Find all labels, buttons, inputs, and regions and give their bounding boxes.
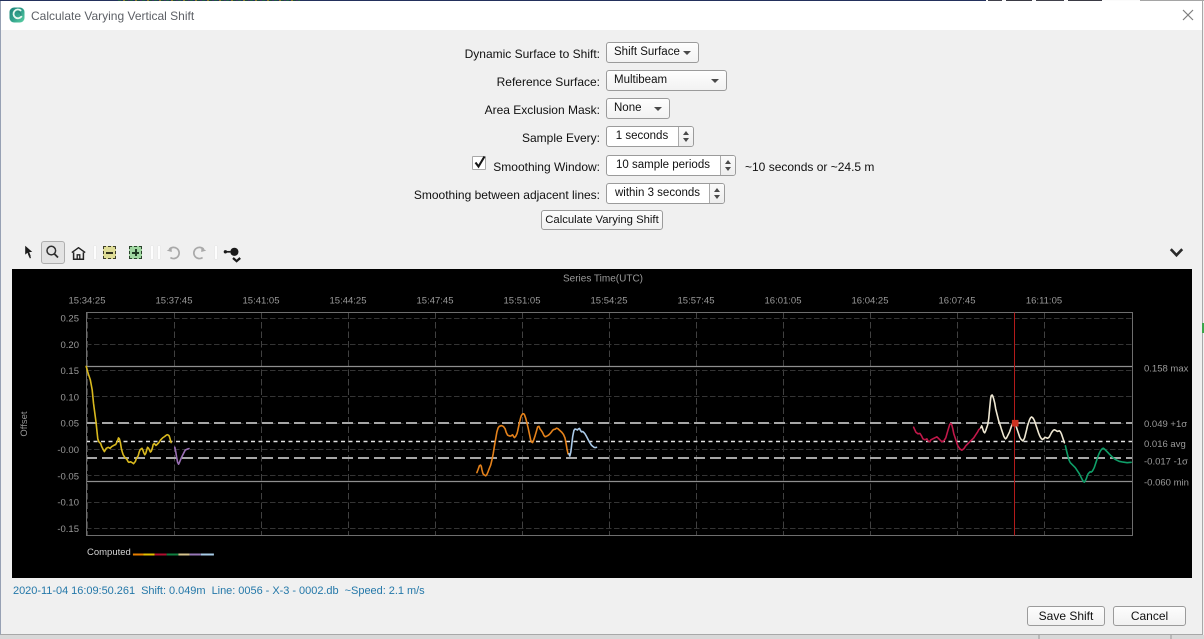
svg-text:0.049 +1σ: 0.049 +1σ	[1144, 419, 1187, 430]
svg-text:-0.10: -0.10	[57, 498, 79, 509]
svg-text:Computed: Computed	[87, 547, 131, 558]
svg-text:-0.060 min: -0.060 min	[1144, 478, 1189, 489]
svg-text:15:37:45: 15:37:45	[156, 296, 193, 307]
svg-text:-0.15: -0.15	[57, 524, 79, 535]
svg-text:15:54:25: 15:54:25	[591, 296, 628, 307]
svg-text:-0.00: -0.00	[57, 445, 79, 456]
svg-text:0.05: 0.05	[61, 419, 80, 430]
svg-text:15:44:25: 15:44:25	[330, 296, 367, 307]
svg-text:15:41:05: 15:41:05	[243, 296, 280, 307]
svg-text:16:01:05: 16:01:05	[765, 296, 802, 307]
svg-text:0.016 avg: 0.016 avg	[1144, 439, 1186, 450]
svg-text:Offset: Offset	[19, 411, 30, 437]
svg-text:-0.017 -1σ: -0.017 -1σ	[1144, 457, 1188, 468]
svg-text:15:51:05: 15:51:05	[504, 296, 541, 307]
svg-text:16:11:05: 16:11:05	[1026, 296, 1062, 307]
svg-text:Series Time(UTC): Series Time(UTC)	[563, 274, 643, 285]
svg-text:16:07:45: 16:07:45	[939, 296, 976, 307]
svg-text:15:34:25: 15:34:25	[69, 296, 106, 307]
svg-text:0.15: 0.15	[61, 366, 80, 377]
svg-text:0.158 max: 0.158 max	[1144, 364, 1189, 375]
svg-text:0.25: 0.25	[61, 314, 80, 325]
svg-text:0.10: 0.10	[61, 392, 80, 403]
svg-text:16:04:25: 16:04:25	[852, 296, 889, 307]
svg-text:-0.05: -0.05	[57, 471, 79, 482]
svg-text:15:57:45: 15:57:45	[678, 296, 715, 307]
svg-text:15:47:45: 15:47:45	[417, 296, 454, 307]
svg-text:0.20: 0.20	[61, 340, 80, 351]
